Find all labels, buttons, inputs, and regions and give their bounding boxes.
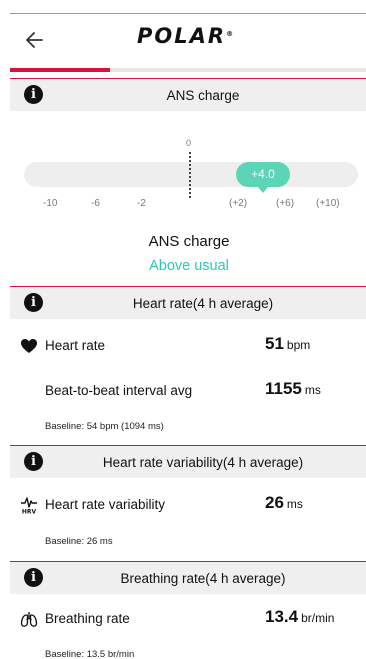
section-title: Heart rate variability(4 h average) [102,455,304,470]
gauge-tick: -6 [91,198,100,209]
section-title: ANS charge [166,88,240,103]
breathing-value: 13.4 br/min [265,607,335,626]
section-header-heart-rate: i Heart rate(4 h average) [10,286,366,319]
back-button[interactable] [22,28,48,52]
lungs-icon [20,612,38,627]
gauge-tick: (+6) [276,198,295,209]
section-header-hrv: i Heart rate variability(4 h average) [10,445,366,478]
heart-rate-baseline: Baseline: 54 bpm (1094 ms) [45,421,164,432]
gauge-tick: (+2) [229,198,248,209]
beat-interval-label: Beat-to-beat interval avg [45,383,193,398]
section-title: Breathing rate(4 h average) [120,571,286,586]
hrv-baseline: Baseline: 26 ms [45,536,113,547]
heart-rate-row: Heart rate 51 bpm [10,331,366,361]
info-icon[interactable]: i [24,452,43,471]
beat-interval-row: Beat-to-beat interval avg 1155 ms [10,376,366,406]
app-header: POLAR® [0,14,366,66]
page-progress-fill [10,68,110,72]
ans-charge-label: ANS charge [148,233,230,250]
info-icon[interactable]: i [24,293,43,312]
ans-gauge-track [24,162,358,187]
ans-charge-status: Above usual [149,258,229,274]
heart-rate-label: Heart rate [45,338,106,353]
polar-logo: POLAR® [137,24,234,48]
gauge-zero-line [189,152,191,198]
hrv-value: 26 ms [265,493,303,512]
section-header-breathing: i Breathing rate(4 h average) [10,561,366,594]
gauge-zero-label: 0 [186,138,192,148]
hrv-icon-text: HRV [22,509,37,516]
hrv-row: HRV Heart rate variability 26 ms [10,490,366,520]
heart-rate-value: 51 bpm [265,334,311,353]
page-progress [10,68,366,72]
gauge-tick: (+10) [316,198,340,209]
info-icon[interactable]: i [24,85,43,104]
hrv-label: Heart rate variability [45,497,166,512]
arrow-left-icon [26,32,43,48]
info-icon[interactable]: i [24,568,43,587]
breathing-label: Breathing rate [45,611,130,626]
breathing-row: Breathing rate 13.4 br/min [10,604,366,634]
gauge-tick: -10 [43,198,58,209]
beat-interval-value: 1155 ms [265,379,321,398]
breathing-baseline: Baseline: 13.5 br/min [45,649,135,659]
gauge-tick: -2 [137,198,146,209]
hrv-icon: HRV [21,497,37,516]
section-title: Heart rate(4 h average) [132,296,274,311]
ans-gauge-value: +4.0 [236,162,290,193]
heart-icon [21,339,37,353]
section-header-ans: i ANS charge [10,78,366,111]
